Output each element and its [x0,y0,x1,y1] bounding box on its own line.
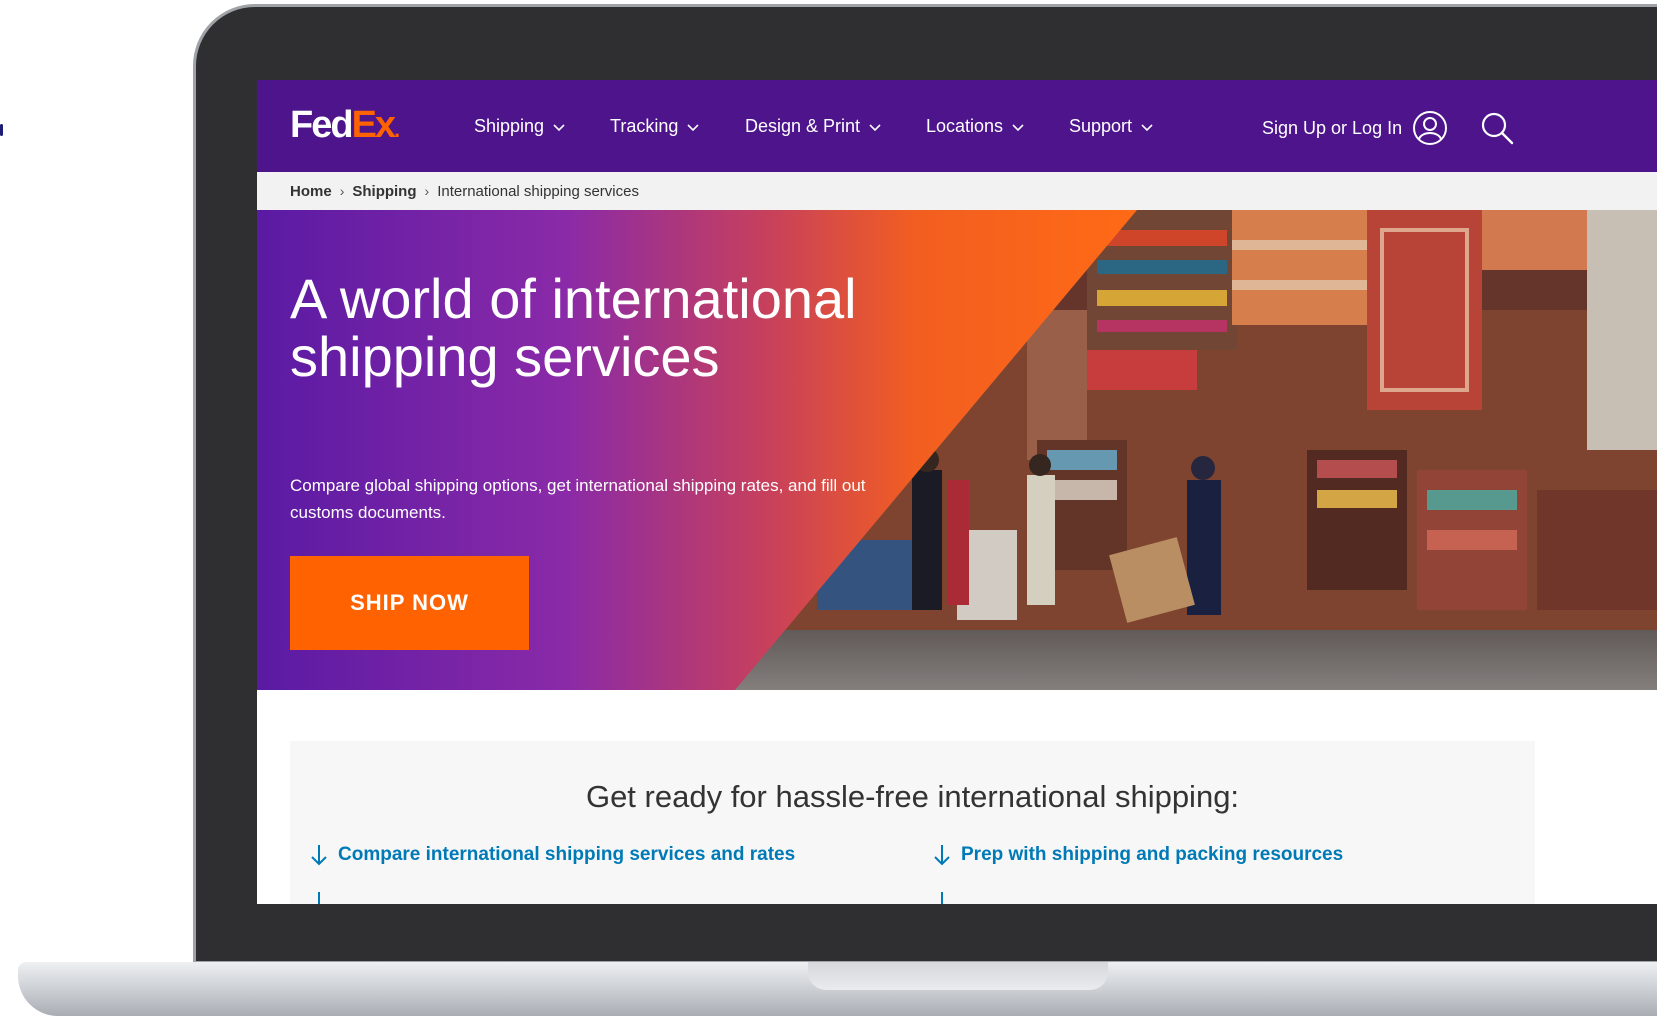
logo-dot: . [394,117,400,142]
section-title: Get ready for hassle-free international … [585,779,1240,814]
packing-resources-link[interactable]: Prep with shipping and packing resources [933,843,1343,867]
compare-services-link[interactable]: Compare international shipping services … [310,843,795,867]
breadcrumb-separator: › [424,183,430,199]
section-link-partial[interactable] [933,892,961,904]
fedex-logo[interactable]: FedEx. [290,104,400,146]
logo-fed: Fed [290,104,354,146]
laptop-notch [808,962,1108,990]
ship-now-button[interactable]: SHIP NOW [290,556,529,650]
nav-design-print-label: Design & Print [745,116,861,136]
breadcrumb-shipping[interactable]: Shipping [352,183,416,200]
breadcrumb: Home › Shipping › International shipping… [257,172,1657,210]
edge-marker [0,124,3,136]
browser-viewport: FedEx. Shipping Tracking Design & Print … [257,80,1657,904]
laptop-mockup: FedEx. Shipping Tracking Design & Print … [0,0,1657,1016]
chevron-down-icon [1141,123,1153,131]
nav-tracking-label: Tracking [610,116,679,136]
get-ready-section: Get ready for hassle-free international … [290,741,1535,904]
nav-support-label: Support [1069,116,1133,136]
breadcrumb-home[interactable]: Home [290,183,332,200]
nav-locations-label: Locations [926,116,1004,136]
breadcrumb-current: International shipping services [437,182,639,200]
sign-in-link[interactable]: Sign Up or Log In [1262,110,1448,146]
logo-ex: Ex [351,104,397,146]
breadcrumb-separator: › [339,183,345,199]
hero-title: A world of international shipping servic… [290,267,857,388]
nav-locations[interactable]: Locations [926,116,1025,137]
search-icon[interactable] [1479,110,1515,146]
nav-support[interactable]: Support [1069,116,1154,137]
arrow-down-icon [318,892,320,904]
hero-subtitle: Compare global shipping options, get int… [290,476,866,522]
chevron-down-icon [869,123,881,131]
hero-banner: A world of international shipping servic… [257,210,1657,690]
compare-services-label: Compare international shipping services … [338,844,796,865]
nav-tracking[interactable]: Tracking [610,116,700,137]
arrow-down-icon [934,845,950,866]
arrow-down-icon [311,845,327,866]
nav-shipping[interactable]: Shipping [474,116,566,137]
packing-resources-label: Prep with shipping and packing resources [961,844,1344,865]
chevron-down-icon [553,123,565,131]
nav-shipping-label: Shipping [474,116,545,136]
section-link-partial[interactable] [310,892,338,904]
nav-design-print[interactable]: Design & Print [745,116,882,137]
chevron-down-icon [1012,123,1024,131]
sign-in-label: Sign Up or Log In [1262,117,1403,138]
user-icon [1413,111,1448,145]
chevron-down-icon [687,123,699,131]
arrow-down-icon [941,892,943,904]
site-header: FedEx. Shipping Tracking Design & Print … [257,80,1657,172]
